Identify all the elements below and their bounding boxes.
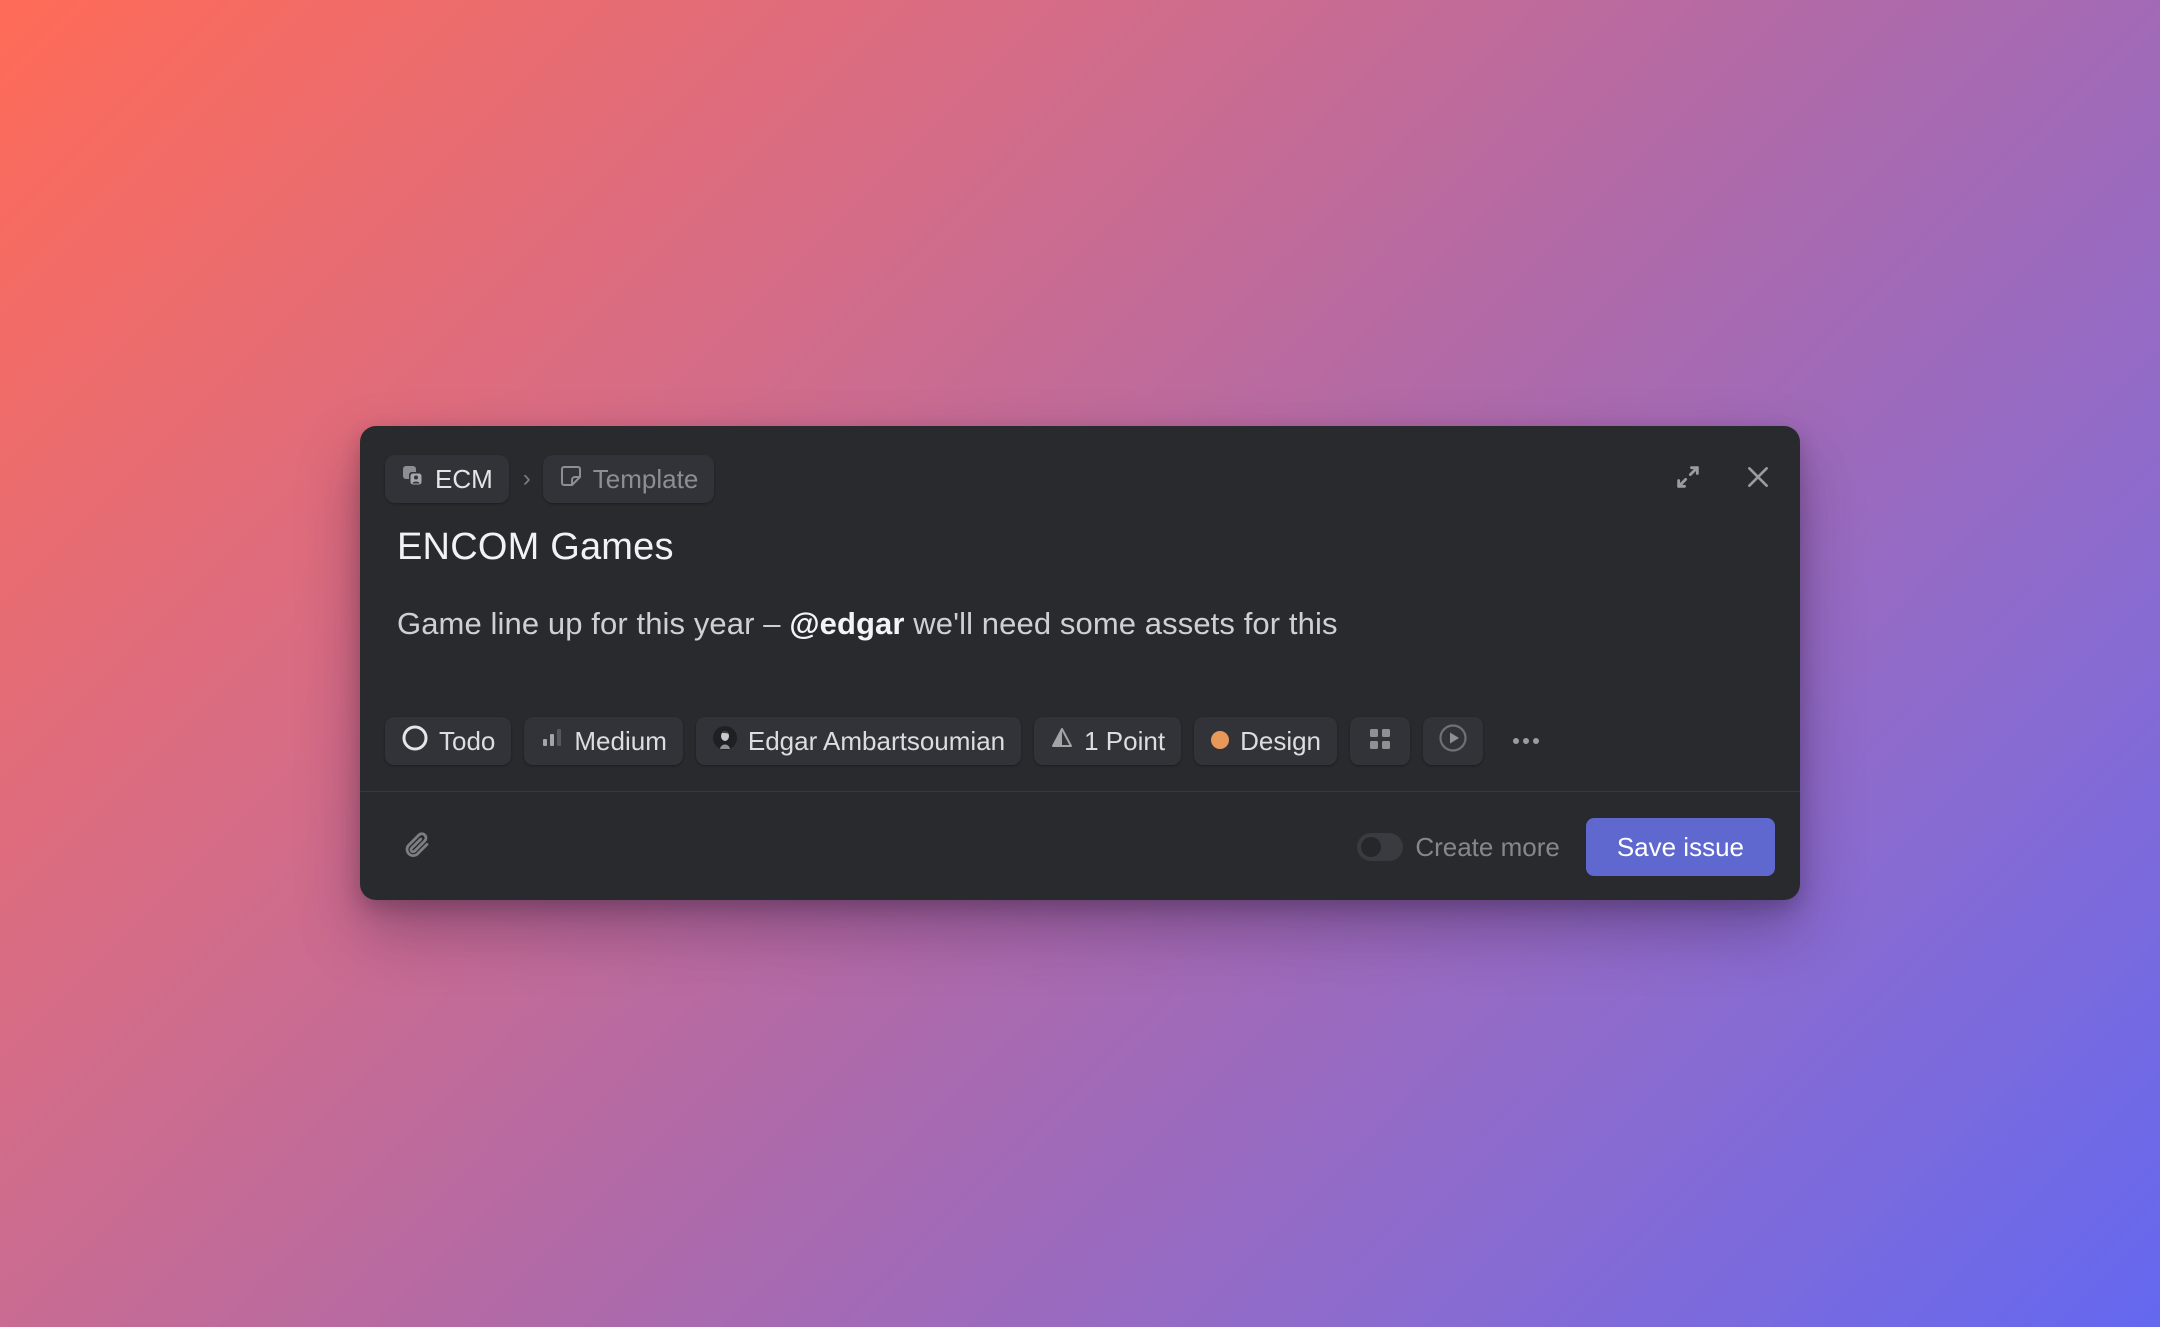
label-button[interactable]: Design [1194, 717, 1338, 765]
estimate-button[interactable]: 1 Point [1034, 717, 1182, 765]
assignee-button[interactable]: Edgar Ambartsoumian [695, 717, 1022, 765]
issue-title-input[interactable]: ENCOM Games [397, 526, 674, 569]
user-mention[interactable]: @edgar [789, 606, 904, 641]
save-issue-button[interactable]: Save issue [1585, 818, 1775, 876]
priority-label: Medium [574, 725, 667, 756]
attach-button[interactable] [397, 827, 437, 867]
create-more-label: Create more [1415, 831, 1560, 862]
expand-icon [1674, 463, 1702, 496]
template-selector[interactable]: Template [542, 455, 715, 503]
assignee-label: Edgar Ambartsoumian [747, 725, 1006, 756]
create-issue-modal: ECM › Template ENCOM Games Game line up … [360, 426, 1800, 900]
close-icon [1745, 464, 1771, 495]
team-icon [401, 464, 425, 495]
priority-button[interactable]: Medium [524, 717, 683, 765]
modal-header: ECM › Template [385, 454, 1775, 504]
toggle-knob [1361, 837, 1382, 857]
project-grid-icon [1369, 726, 1391, 757]
cycle-button[interactable] [1423, 717, 1484, 765]
modal-footer: Create more Save issue [385, 817, 1775, 877]
project-button[interactable] [1350, 717, 1411, 765]
more-icon [1512, 732, 1540, 750]
header-actions [1671, 462, 1775, 496]
estimate-label: 1 Point [1084, 725, 1166, 756]
template-icon [559, 464, 583, 495]
template-label: Template [592, 463, 699, 494]
team-label: ECM [435, 463, 493, 494]
expand-button[interactable] [1671, 462, 1705, 496]
team-selector[interactable]: ECM [385, 455, 509, 503]
issue-properties-bar: Todo Medium Edgar Ambartsoumian 1 Point … [385, 717, 1556, 765]
description-text: Game line up for this year – [397, 606, 790, 641]
issue-description-input[interactable]: Game line up for this year – @edgar we'l… [397, 606, 1760, 642]
todo-circle-icon [401, 724, 429, 759]
footer-actions: Create more Save issue [1357, 818, 1775, 876]
footer-divider [360, 791, 1800, 792]
status-label: Todo [439, 725, 496, 756]
estimate-icon [1050, 726, 1074, 757]
description-text-after: we'll need some assets for this [904, 606, 1338, 641]
label-name: Design [1240, 725, 1322, 756]
priority-medium-icon [540, 726, 564, 757]
cycle-play-icon [1438, 723, 1468, 760]
status-button[interactable]: Todo [385, 717, 512, 765]
avatar [712, 725, 738, 758]
label-dot [1210, 726, 1230, 757]
close-button[interactable] [1741, 462, 1775, 496]
create-more-toggle[interactable] [1357, 833, 1404, 861]
breadcrumb-separator: › [522, 465, 531, 492]
more-options-button[interactable] [1496, 717, 1556, 765]
paperclip-icon [402, 830, 432, 865]
